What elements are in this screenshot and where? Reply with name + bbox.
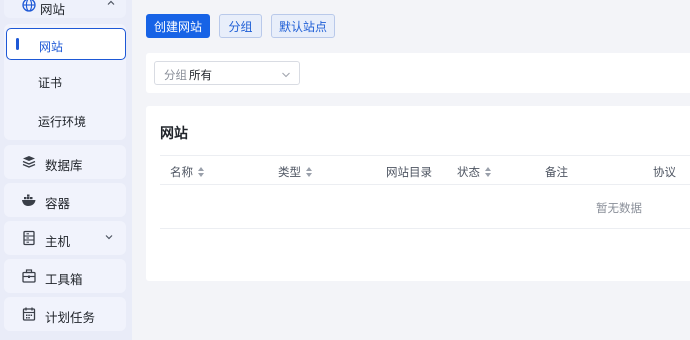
sidebar-item-label: 计划任务: [45, 310, 96, 325]
group-filter-label: 分组: [164, 68, 187, 82]
sidebar-item-cron[interactable]: 计划任务: [4, 297, 126, 331]
sidebar-group-website[interactable]: 网站: [4, 0, 126, 18]
calendar-icon: [21, 306, 37, 322]
sidebar-subitem-certificate[interactable]: 证书: [6, 65, 126, 97]
create-website-button[interactable]: 创建网站: [146, 14, 210, 38]
column-header-remark: 备注: [545, 165, 568, 179]
column-header-protocol: 协议: [653, 165, 676, 179]
sidebar-subitem-label: 运行环境: [38, 115, 87, 129]
sidebar-item-database[interactable]: 数据库: [4, 145, 126, 179]
sidebar-item-container[interactable]: 容器: [4, 183, 126, 217]
filter-bar: 分组 所有: [146, 53, 690, 93]
sidebar: 网站 网站 证书 运行环境 数据库 容器 主机 工具箱 计划任务: [0, 0, 132, 340]
table-title: 网站: [160, 126, 188, 142]
sidebar-item-label: 工具箱: [45, 272, 83, 287]
chevron-down-icon: [281, 69, 291, 83]
sidebar-subitem-website[interactable]: 网站: [6, 28, 126, 60]
sidebar-group-label: 网站: [40, 2, 66, 17]
chevron-up-icon[interactable]: [106, 0, 116, 11]
sidebar-item-toolbox[interactable]: 工具箱: [4, 259, 126, 293]
column-header-status[interactable]: 状态: [457, 164, 492, 180]
sidebar-item-label: 容器: [45, 196, 71, 211]
group-filter-select[interactable]: 分组 所有: [154, 61, 300, 85]
group-filter-value: 所有: [189, 68, 212, 82]
sidebar-subitem-label: 证书: [38, 76, 63, 90]
website-table-card: 网站 名称 类型 网站目录 状态 备注 协议 暂无数据: [146, 106, 690, 281]
table-empty-row: 暂无数据: [160, 186, 690, 229]
column-header-type[interactable]: 类型: [278, 164, 313, 180]
sidebar-item-label: 主机: [45, 234, 71, 249]
default-site-button[interactable]: 默认站点: [271, 14, 335, 38]
chevron-down-icon[interactable]: [104, 231, 114, 245]
column-header-name[interactable]: 名称: [170, 164, 205, 180]
toolbox-icon: [21, 268, 37, 284]
sidebar-item-host[interactable]: 主机: [4, 221, 126, 255]
host-icon: [21, 230, 37, 246]
sidebar-item-label: 数据库: [45, 158, 83, 173]
docker-icon: [21, 192, 37, 208]
sort-icon[interactable]: [198, 167, 205, 177]
globe-icon: [22, 0, 36, 15]
empty-state-text: 暂无数据: [596, 201, 642, 215]
group-button[interactable]: 分组: [219, 14, 262, 38]
table-header: 名称 类型 网站目录 状态 备注 协议: [160, 155, 690, 185]
active-indicator: [16, 38, 19, 50]
sidebar-subitem-label: 网站: [39, 40, 64, 54]
sort-icon[interactable]: [306, 167, 313, 177]
sidebar-subitem-runtime[interactable]: 运行环境: [6, 104, 126, 136]
database-icon: [21, 154, 37, 170]
column-header-directory: 网站目录: [386, 165, 432, 179]
sort-icon[interactable]: [485, 167, 492, 177]
